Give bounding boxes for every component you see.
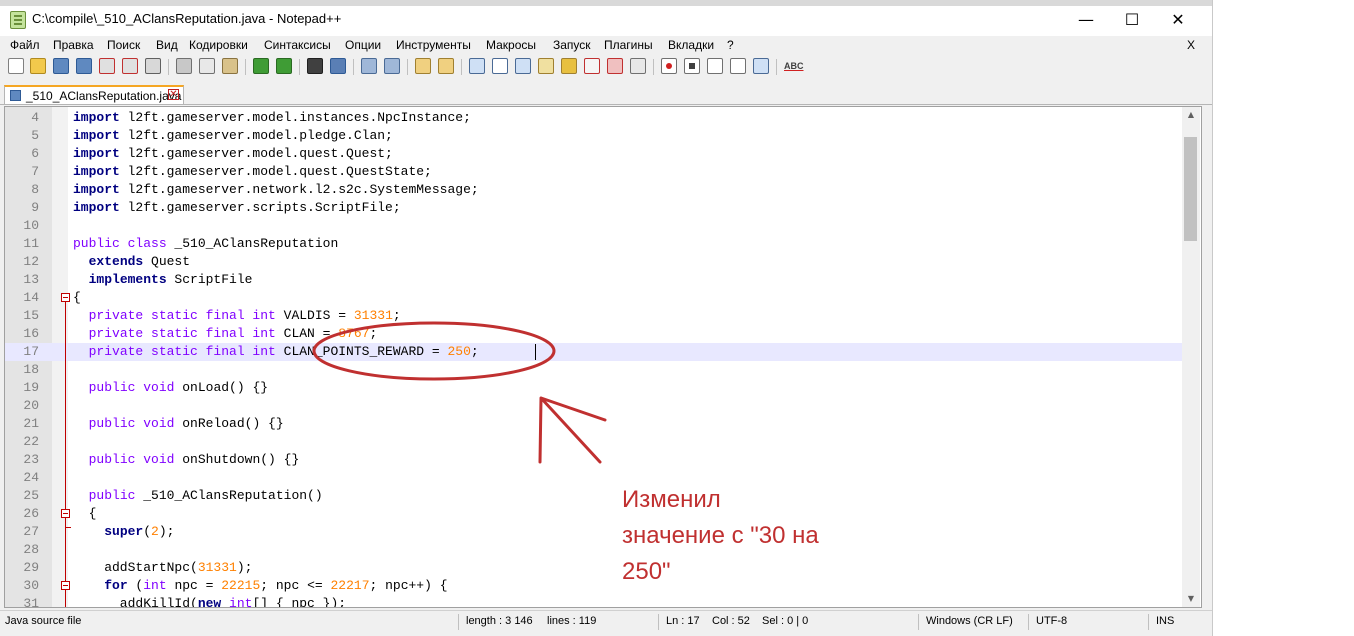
annotation-text-line: 250" [622,558,671,585]
annotation-text-line: значение с "30 на [622,522,819,549]
annotation-arrow [538,396,607,464]
annotation-text-line: Изменил [622,486,721,513]
annotation-ellipse [312,321,556,381]
